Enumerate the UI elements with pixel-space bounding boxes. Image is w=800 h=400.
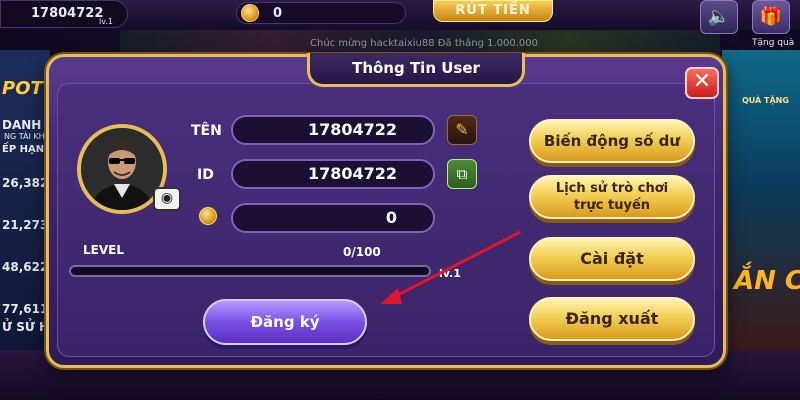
jackpot-fragment: POT: [2, 78, 43, 99]
logout-label: Đăng xuất: [565, 309, 659, 328]
top-balance-value: 17804722: [31, 6, 104, 21]
pencil-icon[interactable]: ✎: [447, 115, 477, 145]
name-label: TÊN: [191, 123, 222, 139]
game-title-fragment: ẮN C: [734, 266, 800, 296]
close-icon: ✕: [692, 69, 712, 94]
history-fragment: Ử SỬ H: [2, 320, 50, 334]
leaderboard-value: 77,611: [2, 302, 49, 316]
settings-button[interactable]: Cài đặt: [529, 237, 695, 281]
game-history-label-line2: trực tuyến: [573, 198, 651, 213]
withdraw-button[interactable]: RÚT TIỀN: [433, 0, 553, 22]
top-balance-box[interactable]: 17804722 lv.1: [0, 0, 128, 28]
top-level-tag: lv.1: [99, 17, 113, 26]
coin-icon: [241, 4, 259, 22]
level-progress-bar: [69, 265, 431, 277]
game-history-button[interactable]: Lịch sử trò chơi trực tuyến: [529, 175, 695, 219]
balance-history-button[interactable]: Biến động số dư: [529, 119, 695, 163]
level-progress-text: 0/100: [343, 245, 381, 259]
close-button[interactable]: ✕: [685, 67, 719, 99]
id-field: 17804722: [231, 159, 435, 189]
leaderboard-rank-fragment: ẾP HẠNG: [2, 144, 53, 155]
coin-icon: [199, 207, 217, 225]
leaderboard-title-fragment: DANH: [2, 118, 42, 132]
level-label: LEVEL: [83, 243, 124, 257]
camera-icon[interactable]: ◉: [153, 187, 181, 211]
top-coin-box[interactable]: 0: [236, 2, 406, 24]
balance-history-label: Biến động số dư: [543, 132, 681, 150]
logout-button[interactable]: Đăng xuất: [529, 297, 695, 341]
user-info-dialog: Thông Tin User ✕ ◉ TÊN 17804722 ✎ ID 178…: [46, 53, 726, 368]
register-button[interactable]: Đăng ký: [203, 299, 367, 345]
avatar-portrait: [81, 128, 163, 210]
leaderboard-value: 21,273: [2, 218, 49, 232]
name-field: 17804722: [231, 115, 435, 145]
gift-label: Tặng quà: [752, 38, 795, 48]
game-history-label-line1: Lịch sử trò chơi: [555, 181, 669, 196]
leaderboard-value: 26,382: [2, 176, 49, 190]
settings-label: Cài đặt: [580, 249, 644, 268]
copy-icon[interactable]: ⧉: [447, 159, 477, 189]
gift-icon[interactable]: 🎁: [752, 0, 790, 34]
speaker-icon[interactable]: 🔈: [700, 0, 738, 34]
top-coin-value: 0: [273, 6, 283, 21]
gift-promo-fragment: QUÀ TẶNG: [742, 96, 789, 105]
right-promo-panel: [722, 50, 800, 350]
coin-field: 0: [231, 203, 435, 233]
dialog-title: Thông Tin User: [307, 53, 525, 87]
ticker-text: Chúc mừng hacktaixiu88 Đã thắng 1.000.00…: [310, 38, 538, 49]
level-number: lv.1: [439, 267, 461, 280]
leaderboard-value: 48,622: [2, 260, 49, 274]
leaderboard-sub-fragment: NG TÀI KHO: [4, 132, 51, 141]
id-label: ID: [197, 167, 214, 183]
